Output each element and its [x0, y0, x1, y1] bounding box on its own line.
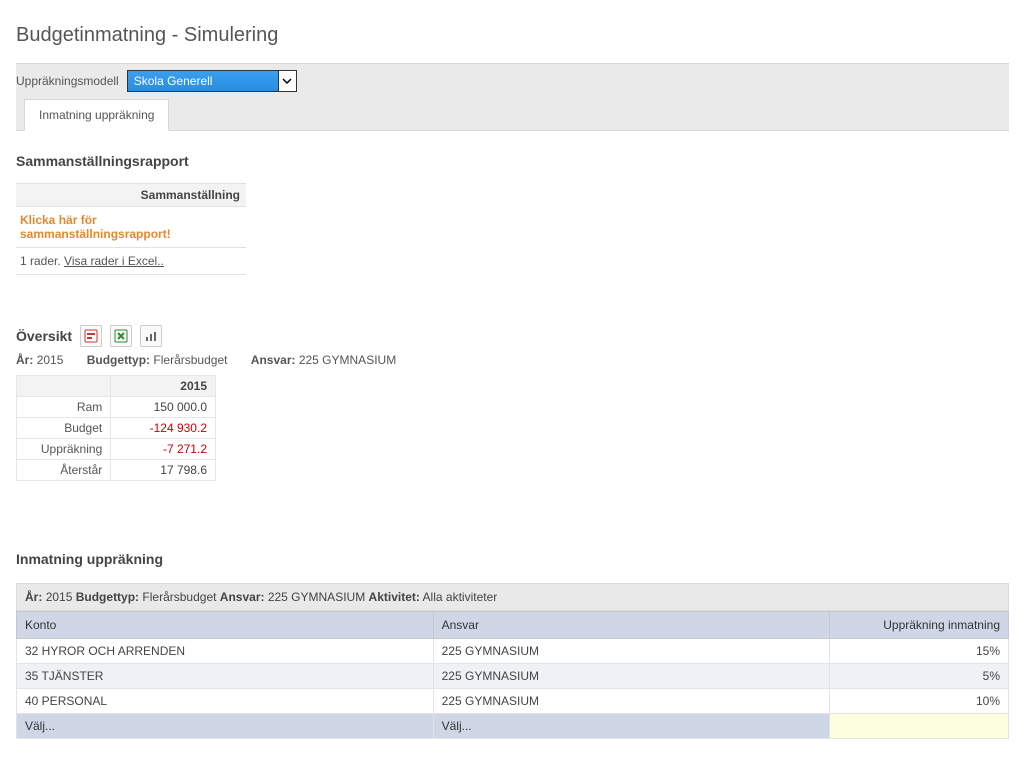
- cell-ansvar: 225 GYMNASIUM: [433, 689, 830, 714]
- cell-ansvar: 225 GYMNASIUM: [433, 639, 830, 664]
- cell-upprakning[interactable]: 10%: [830, 689, 1009, 714]
- excel-icon[interactable]: [110, 325, 132, 347]
- table-row: 40 PERSONAL 225 GYMNASIUM 10%: [17, 689, 1009, 714]
- col-konto[interactable]: Konto: [17, 612, 434, 639]
- overview-table: 2015 Ram150 000.0 Budget-124 930.2 Upprä…: [16, 375, 216, 481]
- summary-box: Sammanställning Klicka här för sammanstä…: [16, 183, 246, 275]
- choose-konto[interactable]: Välj...: [17, 714, 434, 739]
- overview-row-value: -7 271.2: [111, 439, 216, 460]
- table-row: 32 HYROR OCH ARRENDEN 225 GYMNASIUM 15%: [17, 639, 1009, 664]
- model-label: Uppräkningsmodell: [16, 74, 119, 88]
- chevron-down-icon: [278, 71, 296, 91]
- pdf-icon[interactable]: [80, 325, 102, 347]
- tab-inmatning-upprakning[interactable]: Inmatning uppräkning: [24, 99, 169, 131]
- col-ansvar[interactable]: Ansvar: [433, 612, 830, 639]
- overview-row-label: Ram: [17, 397, 111, 418]
- overview-row-value: 150 000.0: [111, 397, 216, 418]
- grid-filter: År: 2015 Budgettyp: Flerårsbudget Ansvar…: [16, 583, 1009, 611]
- summary-header: Sammanställning: [16, 184, 246, 207]
- cell-konto: 32 HYROR OCH ARRENDEN: [17, 639, 434, 664]
- overview-row-value: -124 930.2: [111, 418, 216, 439]
- summary-rows-text: 1 rader.: [20, 254, 61, 268]
- overview-title: Översikt: [16, 328, 72, 344]
- model-select-value: Skola Generell: [134, 74, 213, 88]
- cell-konto: 40 PERSONAL: [17, 689, 434, 714]
- input-grid: Konto Ansvar Uppräkning inmatning 32 HYR…: [16, 611, 1009, 739]
- input-section-title: Inmatning uppräkning: [16, 551, 1009, 567]
- overview-col-year: 2015: [111, 376, 216, 397]
- col-upprakning[interactable]: Uppräkning inmatning: [830, 612, 1009, 639]
- model-select[interactable]: Skola Generell: [127, 70, 297, 92]
- choose-ansvar[interactable]: Välj...: [433, 714, 830, 739]
- cell-ansvar: 225 GYMNASIUM: [433, 664, 830, 689]
- overview-row-label: Återstår: [17, 460, 111, 481]
- summary-report-link[interactable]: Klicka här för sammanställningsrapport!: [20, 213, 171, 241]
- show-in-excel-link[interactable]: Visa rader i Excel..: [64, 254, 164, 268]
- model-bar: Uppräkningsmodell Skola Generell Inmatni…: [16, 63, 1009, 131]
- table-row-choose: Välj... Välj...: [17, 714, 1009, 739]
- cell-konto: 35 TJÄNSTER: [17, 664, 434, 689]
- page-title: Budgetinmatning - Simulering: [16, 24, 1009, 47]
- overview-row-value: 17 798.6: [111, 460, 216, 481]
- summary-title: Sammanställningsrapport: [16, 153, 1009, 169]
- overview-filter: År: 2015 Budgettyp: Flerårsbudget Ansvar…: [16, 353, 1009, 367]
- overview-row-label: Uppräkning: [17, 439, 111, 460]
- chart-icon[interactable]: [140, 325, 162, 347]
- cell-upprakning[interactable]: 15%: [830, 639, 1009, 664]
- overview-row-label: Budget: [17, 418, 111, 439]
- table-row: 35 TJÄNSTER 225 GYMNASIUM 5%: [17, 664, 1009, 689]
- choose-upprakning[interactable]: [830, 714, 1009, 739]
- cell-upprakning[interactable]: 5%: [830, 664, 1009, 689]
